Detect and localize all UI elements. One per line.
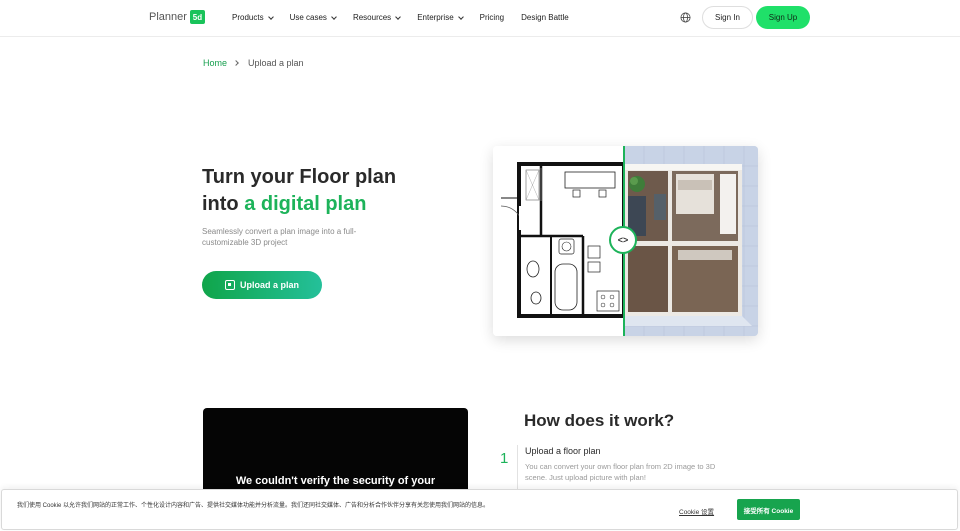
upload-plan-button[interactable]: Upload a plan [202, 271, 322, 299]
floor-plan-2d-image [493, 146, 624, 336]
breadcrumb-home-link[interactable]: Home [203, 58, 227, 68]
nav-design-battle[interactable]: Design Battle [521, 13, 569, 22]
accept-all-cookies-button[interactable]: 接受所有 Cookie [737, 499, 800, 520]
nav-pricing[interactable]: Pricing [480, 13, 504, 22]
hero-title: Turn your Floor plan into a digital plan [202, 164, 396, 218]
planner5d-logo[interactable]: Planner 5d [149, 10, 205, 24]
breadcrumb-current: Upload a plan [248, 58, 304, 68]
step-description: You can convert your own floor plan from… [525, 462, 716, 482]
nav-use-cases-label: Use cases [289, 13, 327, 22]
chevron-down-icon [331, 13, 337, 20]
chevron-down-icon [267, 13, 274, 20]
hero-title-prefix: into [202, 193, 245, 215]
cookie-settings-link[interactable]: Cookie 设置 [679, 506, 714, 516]
sign-in-button[interactable]: Sign In [702, 6, 753, 29]
main-nav: Products Use cases Resources Enterprise … [232, 13, 569, 22]
logo-badge: 5d [189, 10, 205, 24]
nav-enterprise-label: Enterprise [417, 13, 454, 22]
sign-up-button[interactable]: Sign Up [756, 6, 810, 29]
nav-resources[interactable]: Resources [352, 13, 402, 22]
nav-products[interactable]: Products [232, 13, 274, 22]
nav-resources-label: Resources [352, 13, 392, 22]
cookie-banner: 我们使用 Cookie 以允许我们网站的正常工作、个性化设计内容和广告、提供社交… [1, 489, 958, 530]
plan-compare-slider[interactable]: <> [493, 146, 758, 336]
globe-icon[interactable] [680, 12, 691, 23]
step-title: Upload a floor plan [525, 446, 601, 456]
nav-design-battle-label: Design Battle [521, 13, 569, 22]
chevron-down-icon [457, 13, 464, 20]
nav-pricing-label: Pricing [479, 13, 505, 22]
chevron-down-icon [395, 13, 402, 20]
scan-icon [224, 280, 235, 290]
top-header: Planner 5d Products Use cases Resources … [0, 0, 960, 37]
floor-plan-3d-render [624, 146, 758, 336]
hero-title-accent: a digital plan [244, 193, 367, 215]
chevron-right-icon [233, 60, 239, 66]
step-divider [517, 445, 518, 495]
step-number: 1 [500, 450, 509, 467]
nav-products-label: Products [232, 13, 264, 22]
logo-text: Planner [149, 11, 187, 23]
nav-enterprise[interactable]: Enterprise [417, 13, 464, 22]
upload-plan-label: Upload a plan [239, 280, 299, 290]
cookie-notice-text: 我们使用 Cookie 以允许我们网站的正常工作、个性化设计内容和广告、提供社交… [17, 503, 490, 509]
hero-subtitle: Seamlessly convert a plan image into a f… [202, 227, 357, 247]
compare-handle-icon[interactable]: <> [609, 226, 637, 254]
breadcrumb: Home Upload a plan [203, 58, 304, 68]
hero-title-line1: Turn your Floor plan [202, 166, 397, 188]
nav-use-cases[interactable]: Use cases [289, 13, 337, 22]
video-error-text: We couldn't verify the security of your [235, 475, 436, 487]
how-it-works-title: How does it work? [524, 411, 675, 430]
